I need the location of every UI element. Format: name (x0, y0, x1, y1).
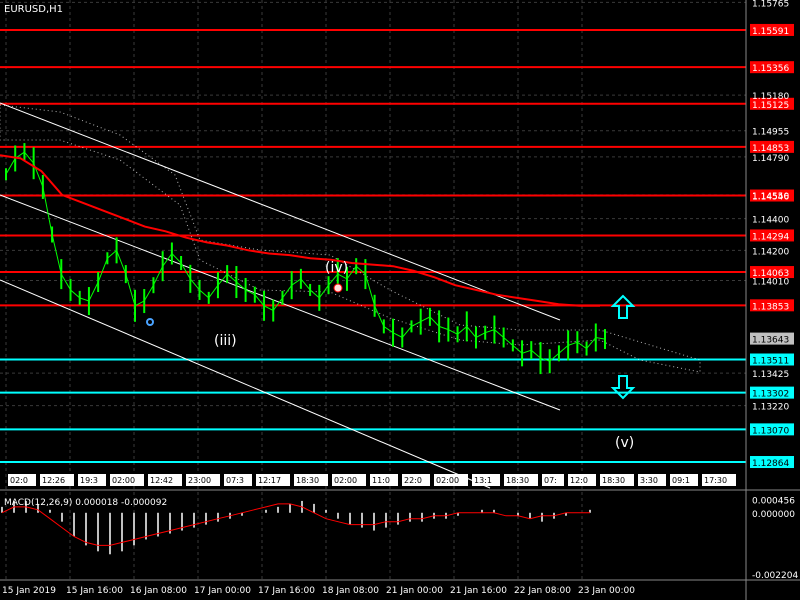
level-price-label: 1.14294 (752, 232, 789, 242)
level-price-label: 1.12864 (752, 459, 789, 469)
session-label: 02:00 (436, 476, 459, 485)
time-axis-tick-label: 23 Jan 00:00 (578, 586, 635, 596)
price-axis-tick-label: 1.15765 (752, 0, 789, 9)
time-axis-tick-label: 15 Jan 16:00 (66, 586, 123, 596)
level-price-label: 1.14853 (752, 144, 789, 154)
session-label: 07: (544, 476, 557, 485)
level-price-label: 1.15125 (752, 101, 789, 111)
time-axis-tick-label: 15 Jan 2019 (2, 586, 56, 596)
level-price-label: 1.13070 (752, 426, 789, 436)
price-axis-tick-label: 1.14200 (752, 247, 789, 257)
session-label: 12:42 (150, 476, 173, 485)
wave-label-iv: (iv) (325, 260, 348, 276)
session-label: 12:17 (258, 476, 281, 485)
trading-chart[interactable]: 1.155911.153561.151251.148531.145461.142… (0, 0, 800, 600)
price-axis-tick-label: 1.14955 (752, 128, 789, 138)
wave-label-iii: (iii) (214, 333, 237, 349)
session-label: 07:3 (226, 476, 244, 485)
session-label: 18:30 (296, 476, 319, 485)
time-axis-tick-label: 21 Jan 16:00 (450, 586, 507, 596)
session-label: 12:26 (42, 476, 65, 485)
price-axis-tick-label: 1.14790 (752, 154, 789, 164)
macd-title: MACD(12,26,9) 0.000018 -0.000092 (4, 498, 167, 508)
wave-marker-point (333, 283, 343, 293)
symbol-title: EURUSD,H1 (4, 4, 63, 15)
time-axis-tick-label: 16 Jan 08:00 (130, 586, 187, 596)
price-axis-tick-label: 1.14400 (752, 216, 789, 226)
price-axis-tick-label: 1.14550 (752, 192, 789, 202)
level-price-label: 1.13511 (752, 357, 789, 367)
price-axis-tick-label: 1.13425 (752, 370, 789, 380)
time-axis-tick-label: 21 Jan 00:00 (386, 586, 443, 596)
session-label: 11:0 (372, 476, 390, 485)
macd-axis-tick-label: 0.000000 (752, 510, 795, 520)
session-label: 02:00 (334, 476, 357, 485)
session-label: 09:1 (672, 476, 690, 485)
session-label: 3:30 (640, 476, 658, 485)
time-axis-tick-label: 18 Jan 08:00 (322, 586, 379, 596)
session-label: 17:30 (704, 476, 727, 485)
session-label: 18:30 (602, 476, 625, 485)
session-label: 02:0 (10, 476, 28, 485)
session-label: 02:00 (112, 476, 135, 485)
session-label: 23:00 (188, 476, 211, 485)
macd-axis-tick-label: 0.000456 (752, 496, 795, 506)
session-label: 22:0 (404, 476, 422, 485)
session-label: 18:30 (506, 476, 529, 485)
time-axis-tick-label: 22 Jan 08:00 (514, 586, 571, 596)
session-label: 12:0 (570, 476, 588, 485)
price-axis-tick-label: 1.14010 (752, 277, 789, 287)
level-price-label: 1.13853 (752, 302, 789, 312)
wave-label-v: (v) (615, 435, 634, 451)
chart-background (0, 0, 800, 600)
level-price-label: 1.13302 (752, 390, 789, 400)
level-price-label: 1.15356 (752, 64, 789, 74)
level-price-label: 1.13643 (752, 336, 789, 346)
price-axis-tick-label: 1.15180 (752, 92, 789, 102)
session-label: 13:1 (474, 476, 492, 485)
level-price-label: 1.15591 (752, 27, 789, 37)
session-labels: 02:0 12:26 19:3 02:00 12:42 23:00 07:3 12:17 18:… (8, 474, 736, 486)
session-label: 19:3 (80, 476, 98, 485)
price-axis-tick-label: 1.13220 (752, 403, 789, 413)
time-axis-tick-label: 17 Jan 00:00 (194, 586, 251, 596)
time-axis-tick-label: 17 Jan 16:00 (258, 586, 315, 596)
